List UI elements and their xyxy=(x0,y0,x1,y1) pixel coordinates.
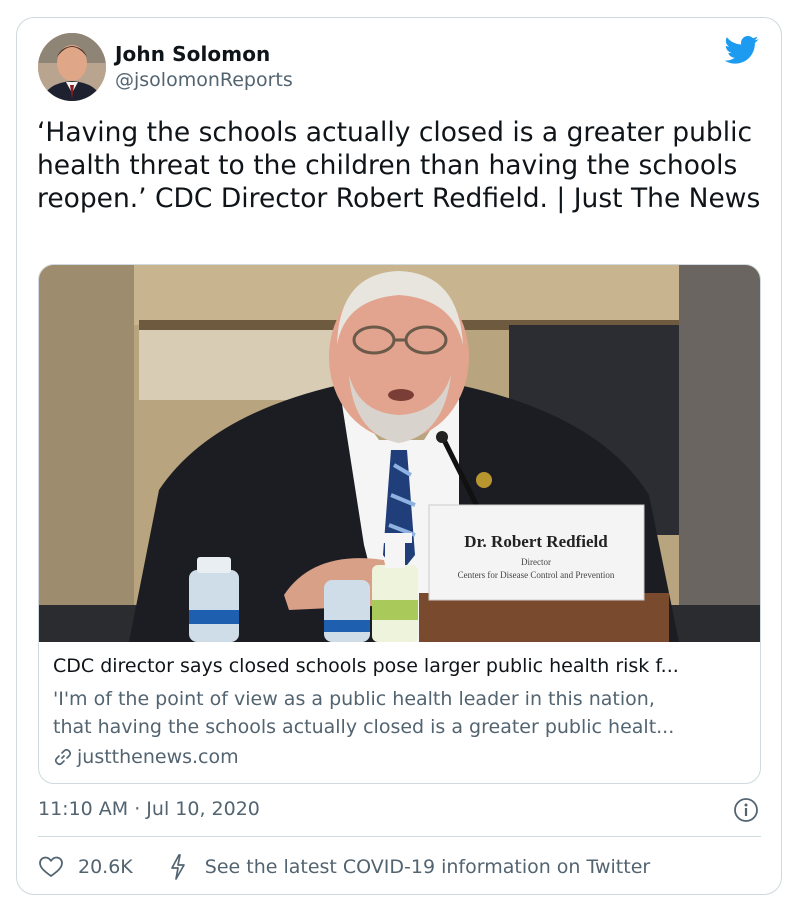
placard-name: Dr. Robert Redfield xyxy=(464,532,608,551)
twitter-bird-icon[interactable] xyxy=(725,35,759,65)
link-preview-card[interactable]: Dr. Robert Redfield Director Centers for… xyxy=(38,264,761,784)
divider xyxy=(38,836,761,837)
covid-info-text: See the latest COVID-19 information on T… xyxy=(204,856,651,878)
tweet-text: ‘Having the schools actually closed is a… xyxy=(37,117,761,214)
tweet-card[interactable]: John Solomon @jsolomonReports ‘Having th… xyxy=(16,17,782,895)
author-handle[interactable]: @jsolomonReports xyxy=(115,69,293,91)
author-name[interactable]: John Solomon xyxy=(115,42,270,66)
link-domain[interactable]: justthenews.com xyxy=(53,744,239,770)
covid-info-link[interactable]: See the latest COVID-19 information on T… xyxy=(169,854,650,880)
link-description-line: 'I'm of the point of view as a public he… xyxy=(53,688,655,710)
heart-icon xyxy=(39,856,63,877)
link-preview-image[interactable]: Dr. Robert Redfield Director Centers for… xyxy=(39,265,761,642)
placard-title: Director xyxy=(521,557,551,567)
like-count: 20.6K xyxy=(78,856,133,878)
link-description: 'I'm of the point of view as a public he… xyxy=(53,685,753,741)
info-icon[interactable] xyxy=(733,797,759,823)
link-title[interactable]: CDC director says closed schools pose la… xyxy=(53,655,753,677)
placard-org: Centers for Disease Control and Preventi… xyxy=(458,570,615,580)
link-description-line: that having the schools actually closed … xyxy=(53,716,675,738)
link-icon xyxy=(54,748,72,766)
link-domain-text: justthenews.com xyxy=(77,746,239,768)
action-row: 20.6K See the latest COVID-19 informatio… xyxy=(38,850,650,884)
avatar[interactable] xyxy=(38,33,106,101)
like-button[interactable]: 20.6K xyxy=(38,855,133,879)
tweet-timestamp[interactable]: 11:10 AM · Jul 10, 2020 xyxy=(38,798,260,820)
lightning-icon xyxy=(170,854,185,880)
